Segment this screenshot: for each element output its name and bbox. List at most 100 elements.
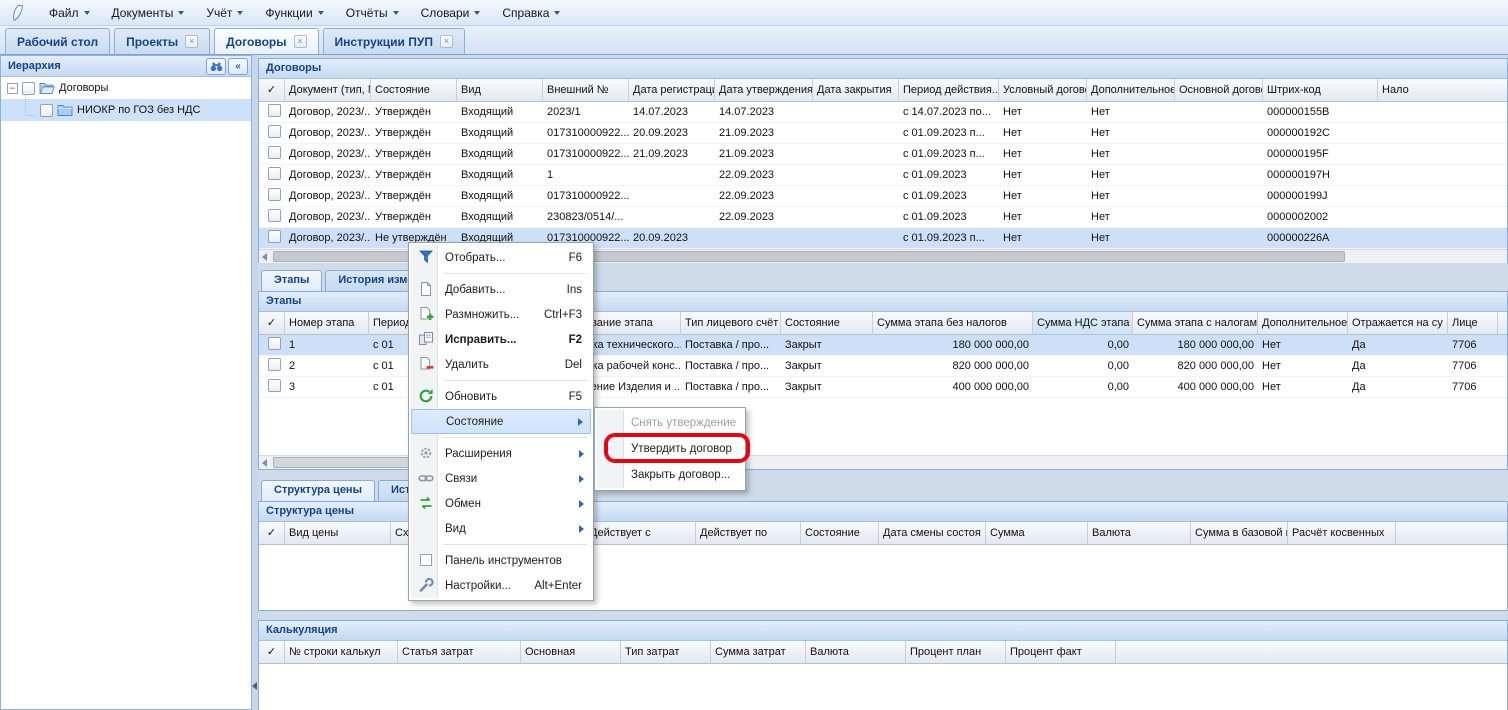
select-all-header[interactable]: ✓ <box>259 641 285 664</box>
column-header[interactable]: Действует по <box>696 522 801 545</box>
column-header[interactable]: Основной договор <box>1175 79 1263 102</box>
context-menu-item[interactable]: Панель инструментов <box>411 548 591 573</box>
context-menu-item[interactable]: Вид <box>411 516 591 541</box>
row-checkbox[interactable] <box>268 337 281 350</box>
column-header[interactable]: Расчёт косвенных <box>1288 522 1396 545</box>
column-header[interactable]: Номер этапа <box>285 312 369 335</box>
menubar-item[interactable]: Справка <box>491 2 571 24</box>
column-header[interactable]: Дата утверждения <box>715 79 813 102</box>
column-header[interactable]: Сумма НДС этапа <box>1033 312 1133 335</box>
column-header[interactable]: Условный договор <box>999 79 1087 102</box>
context-menu-item[interactable]: УдалитьDel <box>411 352 591 377</box>
price-structure-tab[interactable]: Структура цены <box>261 480 375 502</box>
table-row[interactable]: Договор, 2023/...УтверждёнВходящий2023/1… <box>259 102 1507 123</box>
row-checkbox[interactable] <box>268 146 281 159</box>
state-submenu-item[interactable]: Закрыть договор... <box>597 462 743 488</box>
column-header[interactable]: № строки калькул <box>285 641 398 664</box>
table-row[interactable]: Договор, 2023/...УтверждёнВходящий230823… <box>259 207 1507 228</box>
context-menu-item[interactable]: Состояние <box>411 409 591 434</box>
menubar-item[interactable]: Словари <box>410 2 492 24</box>
context-menu-item[interactable]: Связи <box>411 466 591 491</box>
column-header[interactable]: Сумма в базовой в <box>1191 522 1288 545</box>
row-checkbox[interactable] <box>268 379 281 392</box>
column-header[interactable]: Сумма затрат <box>711 641 806 664</box>
column-header[interactable]: Состояние <box>371 79 457 102</box>
column-header[interactable]: Дополнительное с <box>1087 79 1175 102</box>
context-menu-item[interactable]: Исправить...F2 <box>411 327 591 352</box>
table-row[interactable]: Договор, 2023/...УтверждёнВходящий017310… <box>259 144 1507 165</box>
column-header[interactable]: Дата регистрации. <box>629 79 715 102</box>
row-checkbox[interactable] <box>268 167 281 180</box>
column-header[interactable]: Процент план <box>906 641 1006 664</box>
row-checkbox[interactable] <box>268 358 281 371</box>
column-header[interactable]: Состояние <box>781 312 873 335</box>
column-header[interactable]: Валюта <box>1088 522 1191 545</box>
document-tab[interactable]: Инструкции ПУП× <box>323 28 465 54</box>
menubar-item[interactable]: Учёт <box>195 2 254 24</box>
table-row[interactable]: Договор, 2023/...УтверждёнВходящий017310… <box>259 186 1507 207</box>
context-menu-item[interactable]: Настройки...Alt+Enter <box>411 573 591 598</box>
tree-node[interactable]: −Договоры <box>1 77 251 99</box>
stages-tab[interactable]: Этапы <box>261 270 322 292</box>
context-menu-item[interactable]: ОбновитьF5 <box>411 384 591 409</box>
menubar-item[interactable]: Отчёты <box>335 2 410 24</box>
column-header[interactable]: Основная <box>521 641 621 664</box>
scroll-left-arrow-icon[interactable] <box>262 253 267 261</box>
column-header[interactable]: Дата закрытия <box>813 79 899 102</box>
tab-close-icon[interactable]: × <box>185 35 198 48</box>
row-checkbox[interactable] <box>268 125 281 138</box>
tab-close-icon[interactable]: × <box>440 35 453 48</box>
row-checkbox[interactable] <box>268 209 281 222</box>
column-header[interactable]: Вид <box>457 79 543 102</box>
document-tab[interactable]: Проекты× <box>114 28 210 54</box>
document-tab[interactable]: Договоры× <box>214 28 318 54</box>
row-checkbox[interactable] <box>268 188 281 201</box>
scroll-left-arrow-icon[interactable] <box>262 459 267 467</box>
row-checkbox[interactable] <box>268 230 281 243</box>
column-header[interactable]: Процент факт <box>1006 641 1116 664</box>
menubar-item[interactable]: Файл <box>38 2 101 24</box>
menubar-item[interactable]: Документы <box>101 2 196 24</box>
column-header[interactable]: Состояние <box>801 522 879 545</box>
column-header[interactable]: Внешний № <box>543 79 629 102</box>
context-menu-item[interactable]: Расширения <box>411 441 591 466</box>
column-header[interactable]: Нало <box>1378 79 1507 102</box>
column-header[interactable]: Документ (тип, № <box>285 79 371 102</box>
column-header[interactable]: Период действия.. <box>899 79 999 102</box>
tree-checkbox[interactable] <box>40 104 53 117</box>
collapse-panel-button[interactable]: « <box>228 58 248 75</box>
search-button[interactable] <box>206 58 226 75</box>
column-header[interactable]: Сумма этапа без налогов <box>873 312 1033 335</box>
select-all-header[interactable]: ✓ <box>259 79 285 102</box>
column-header[interactable]: Тип лицевого счёт <box>681 312 781 335</box>
table-row[interactable]: Договор, 2023/...УтверждёнВходящий122.09… <box>259 165 1507 186</box>
context-menu-item[interactable]: Отобрать...F6 <box>411 245 591 270</box>
column-header[interactable]: Сумма <box>986 522 1088 545</box>
scrollbar-thumb[interactable] <box>273 457 413 468</box>
select-all-header[interactable]: ✓ <box>259 522 285 545</box>
context-menu-item[interactable]: Размножить...Ctrl+F3 <box>411 302 591 327</box>
column-header[interactable]: Валюта <box>806 641 906 664</box>
column-header[interactable]: Дополнительное с <box>1258 312 1348 335</box>
select-all-header[interactable]: ✓ <box>259 312 285 335</box>
column-header[interactable]: Действует с <box>586 522 696 545</box>
document-tab[interactable]: Рабочий стол <box>5 28 110 54</box>
column-header[interactable]: Статья затрат <box>398 641 521 664</box>
context-menu-item[interactable]: Добавить...Ins <box>411 277 591 302</box>
column-header[interactable]: Вид цены <box>285 522 391 545</box>
row-checkbox[interactable] <box>268 104 281 117</box>
table-row[interactable]: Договор, 2023/...УтверждёнВходящий017310… <box>259 123 1507 144</box>
column-header[interactable]: Тип затрат <box>621 641 711 664</box>
column-header[interactable]: Отражается на су <box>1348 312 1448 335</box>
menubar-item[interactable]: Функции <box>254 2 334 24</box>
column-header[interactable]: Штрих-код <box>1263 79 1378 102</box>
tree-node[interactable]: НИОКР по ГОЗ без НДС <box>1 99 251 121</box>
column-header[interactable]: Сумма этапа с налогами <box>1133 312 1258 335</box>
edit-icon <box>418 331 434 347</box>
tab-close-icon[interactable]: × <box>294 35 307 48</box>
context-menu-item[interactable]: Обмен <box>411 491 591 516</box>
state-submenu-item[interactable]: Утвердить договор <box>597 436 743 462</box>
tree-expander-icon[interactable]: − <box>7 83 18 94</box>
column-header[interactable]: Дата смены состоя <box>879 522 986 545</box>
column-header[interactable]: Лице <box>1448 312 1498 335</box>
